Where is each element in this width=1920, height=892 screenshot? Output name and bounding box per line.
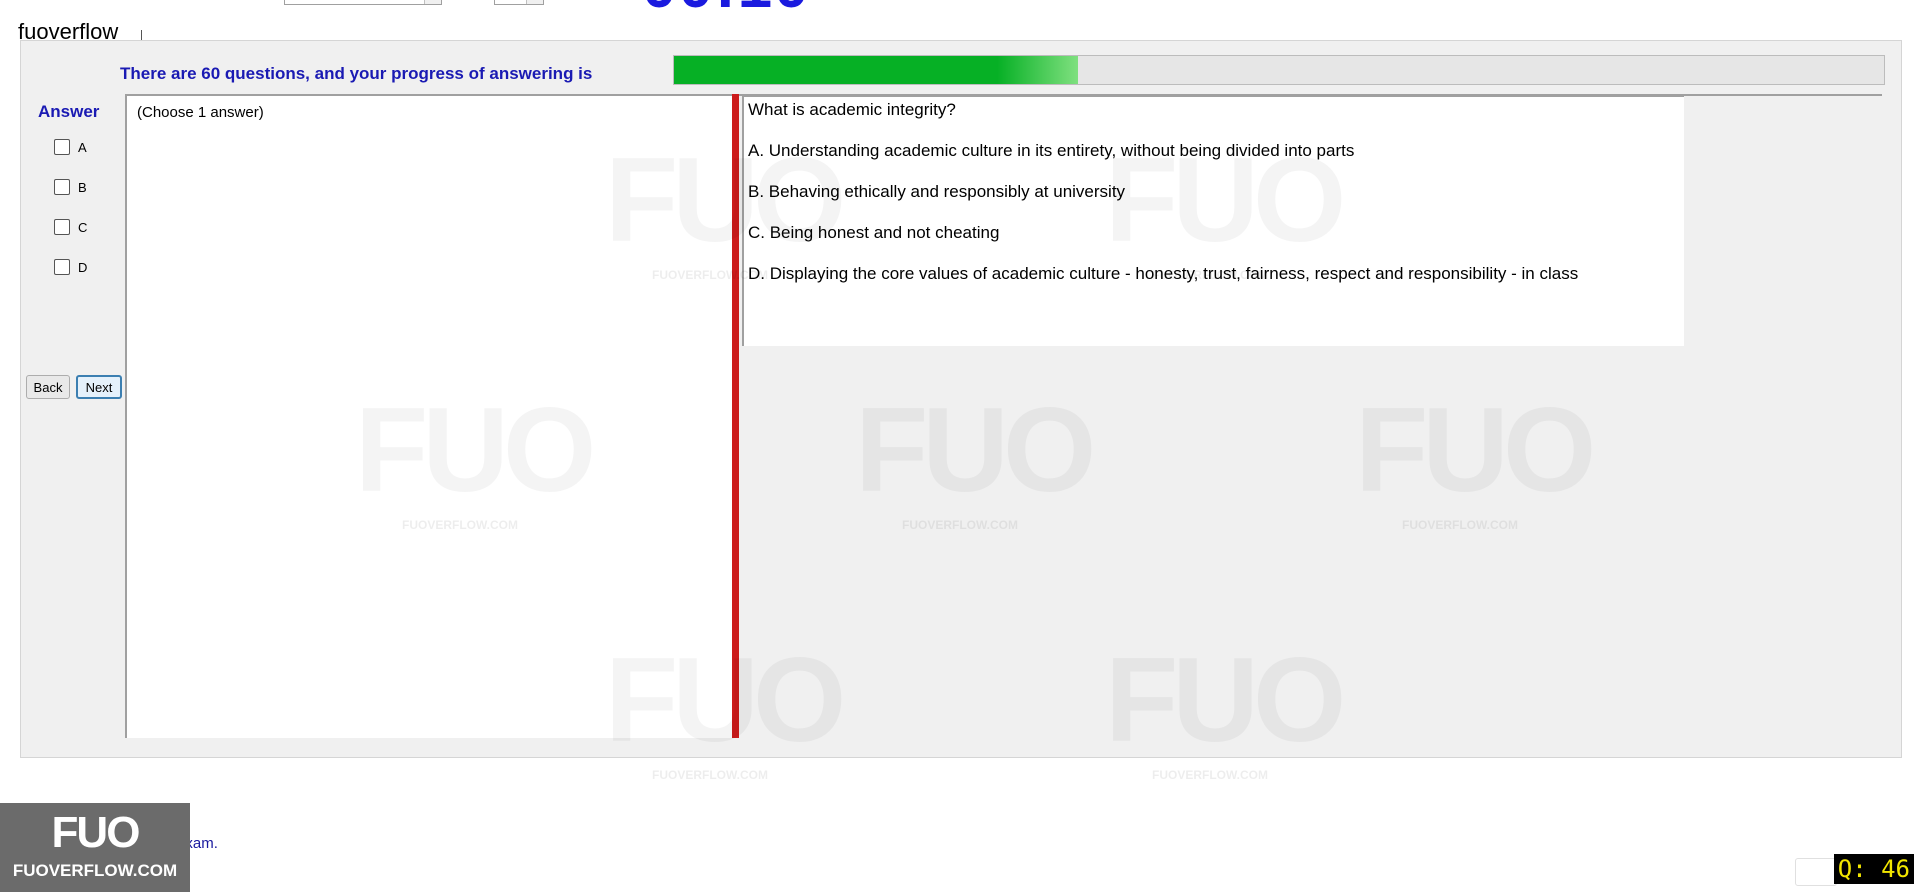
choice-d: D. Displaying the core values of academi… [748,264,1579,283]
checkbox-icon[interactable] [54,219,70,235]
choice-a: A. Understanding academic culture in its… [748,141,1355,160]
answer-notes-panel: (Choose 1 answer) [125,94,734,738]
answer-title: Answer [38,102,100,121]
choice-b: B. Behaving ethically and responsibly at… [748,182,1126,201]
fuoverflow-logo: FUO FUOVERFLOW.COM [0,803,190,892]
answer-option-c[interactable]: C [54,219,87,235]
question-box: What is academic integrity? A. Understan… [742,96,1684,346]
question-counter: Q: 46 [1833,854,1914,884]
exam-code-dropdown[interactable] [284,0,442,5]
checkbox-icon[interactable] [54,179,70,195]
choose-instruction: (Choose 1 answer) [137,104,264,121]
chevron-down-icon[interactable] [424,0,441,4]
progress-label: There are 60 questions, and your progres… [120,64,593,83]
answer-option-b[interactable]: B [54,179,87,195]
font-size-dropdown[interactable] [494,0,544,5]
chevron-down-icon[interactable] [526,0,543,4]
checkbox-icon[interactable] [54,259,70,275]
finish-button[interactable] [1795,858,1837,886]
choice-c: C. Being honest and not cheating [748,223,1000,242]
answer-option-d[interactable]: D [54,259,87,275]
progress-bar [673,55,1885,85]
question-text: What is academic integrity? [748,100,956,119]
progress-bar-fill [674,56,1079,84]
countdown-timer: 00:10 [642,0,811,18]
panel-splitter[interactable] [732,94,739,738]
checkbox-icon[interactable] [54,139,70,155]
next-button[interactable]: Next [76,375,122,399]
answer-option-a[interactable]: A [54,139,87,155]
back-button[interactable]: Back [26,375,70,399]
